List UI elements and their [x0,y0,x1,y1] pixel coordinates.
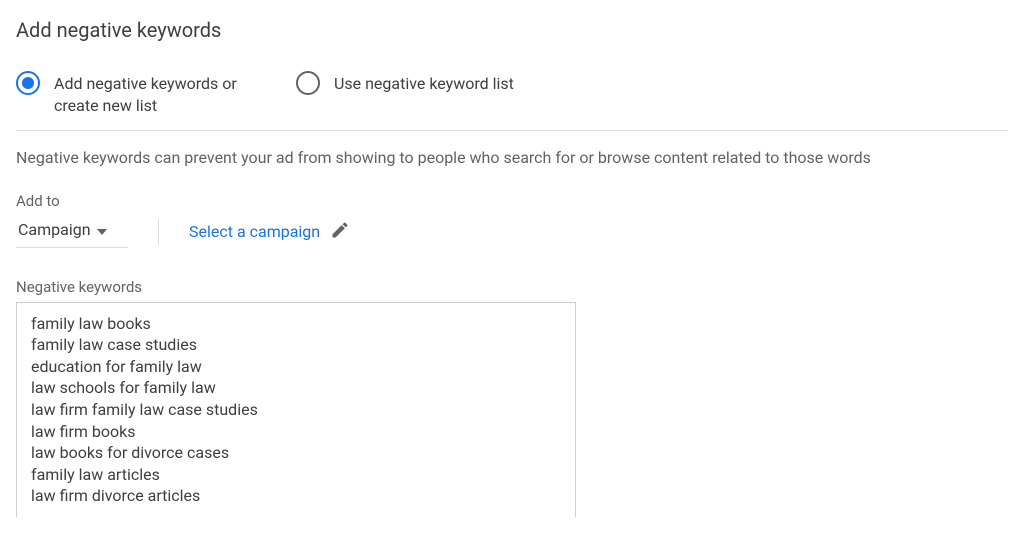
radio-unchecked-icon [296,71,320,95]
negative-keywords-label: Negative keywords [16,278,1008,296]
radio-checked-icon [16,71,40,95]
radio-label-add-keywords: Add negative keywords or create new list [54,70,264,116]
pencil-icon [330,220,350,244]
add-to-row: Campaign Select a campaign [16,216,1008,248]
radio-option-add-keywords[interactable]: Add negative keywords or create new list [16,70,264,116]
radio-label-use-list: Use negative keyword list [334,70,514,95]
section-divider [16,130,1008,131]
vertical-divider [158,219,159,245]
page-title: Add negative keywords [16,18,1008,42]
add-to-dropdown[interactable]: Campaign [16,216,128,248]
chevron-down-icon [97,220,107,239]
select-campaign-link[interactable]: Select a campaign [189,220,350,244]
radio-group: Add negative keywords or create new list… [16,70,1008,116]
negative-keywords-textarea[interactable]: family law books family law case studies… [16,302,576,517]
add-to-label: Add to [16,192,1008,210]
radio-option-use-list[interactable]: Use negative keyword list [296,70,514,95]
select-campaign-label: Select a campaign [189,222,320,241]
description-text: Negative keywords can prevent your ad fr… [16,147,1008,169]
add-to-dropdown-value: Campaign [18,220,91,239]
